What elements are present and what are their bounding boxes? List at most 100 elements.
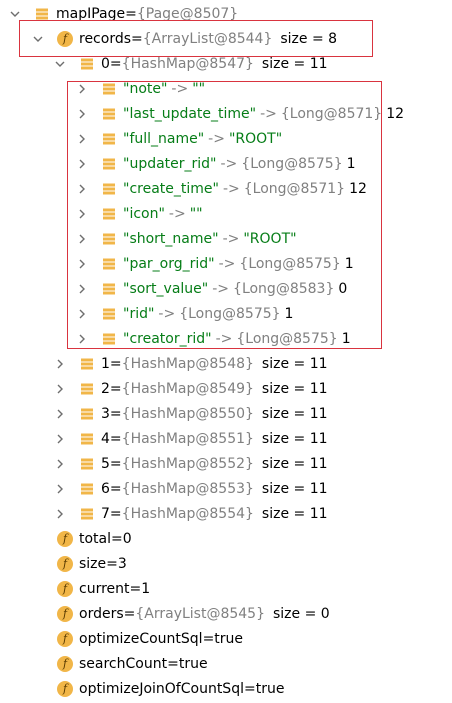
field-name: current — [79, 580, 130, 597]
chevron-right-icon[interactable] — [74, 306, 90, 322]
object-reference: {HashMap@8548} — [121, 355, 254, 372]
tree-row-entry[interactable]: "creator_rid" -> {Long@8575} 1 — [0, 326, 452, 351]
tree-row-entry[interactable]: "rid" -> {Long@8575} 1 — [0, 301, 452, 326]
object-reference: {Long@8575} — [239, 255, 341, 272]
equals-sign: = — [109, 355, 122, 372]
tree-row-entry[interactable]: "create_time" -> {Long@8571} 12 — [0, 176, 452, 201]
list-icon — [100, 330, 118, 348]
tree-row-field[interactable]: f orders = {ArrayList@8545} size = 0 — [0, 601, 452, 626]
list-icon — [33, 5, 51, 23]
list-icon — [100, 80, 118, 98]
field-icon-badge: f — [57, 555, 73, 572]
field-name: optimizeJoinOfCountSql — [79, 680, 244, 697]
equals-sign: = — [109, 455, 122, 472]
entry-key: "updater_rid" — [123, 155, 217, 172]
chevron-right-icon[interactable] — [74, 231, 90, 247]
chevron-right-icon[interactable] — [74, 256, 90, 272]
arrow-label: -> — [168, 205, 186, 222]
entry-key: "icon" — [123, 205, 165, 222]
entry-key: "full_name" — [123, 130, 205, 147]
tree-row-field[interactable]: f searchCount = true — [0, 651, 452, 676]
chevron-right-icon[interactable] — [52, 356, 68, 372]
field-icon: f — [56, 680, 74, 698]
size-label: size = 11 — [261, 505, 328, 522]
field-value: true — [214, 630, 244, 647]
tree-row-field[interactable]: f total = 0 — [0, 526, 452, 551]
size-label: size = 11 — [261, 455, 328, 472]
tree-row-item-0[interactable]: 0 = {HashMap@8547} size = 11 — [0, 51, 452, 76]
chevron-right-icon[interactable] — [52, 406, 68, 422]
list-icon — [78, 355, 96, 373]
tree-row-item[interactable]: 6 = {HashMap@8553} size = 11 — [0, 476, 452, 501]
chevron-down-icon[interactable] — [30, 31, 46, 47]
field-icon: f — [56, 530, 74, 548]
tree-row-field[interactable]: f size = 3 — [0, 551, 452, 576]
tree-row-entry[interactable]: "icon" -> "" — [0, 201, 452, 226]
object-reference: {ArrayList@8544} — [142, 30, 273, 47]
arrow-label: -> — [171, 80, 189, 97]
chevron-right-icon[interactable] — [52, 381, 68, 397]
equals-sign: = — [125, 5, 137, 22]
list-icon — [100, 130, 118, 148]
tree-row-entry[interactable]: "sort_value" -> {Long@8583} 0 — [0, 276, 452, 301]
chevron-right-icon[interactable] — [52, 456, 68, 472]
entry-value: 12 — [386, 105, 405, 122]
object-reference: {HashMap@8551} — [121, 430, 254, 447]
entry-key: "last_update_time" — [123, 105, 257, 122]
tree-row-entry[interactable]: "updater_rid" -> {Long@8575} 1 — [0, 151, 452, 176]
chevron-right-icon[interactable] — [74, 106, 90, 122]
list-icon — [100, 280, 118, 298]
tree-row-field[interactable]: f optimizeCountSql = true — [0, 626, 452, 651]
tree-row-item[interactable]: 2 = {HashMap@8549} size = 11 — [0, 376, 452, 401]
tree-row-root[interactable]: mapIPage = {Page@8507} — [0, 1, 452, 26]
tree-row-item[interactable]: 5 = {HashMap@8552} size = 11 — [0, 451, 452, 476]
tree-row-item[interactable]: 7 = {HashMap@8554} size = 11 — [0, 501, 452, 526]
arrow-label: -> — [158, 305, 176, 322]
tree-row-records[interactable]: f records = {ArrayList@8544} size = 8 — [0, 26, 452, 51]
tree-row-item[interactable]: 4 = {HashMap@8551} size = 11 — [0, 426, 452, 451]
equals-sign: = — [131, 30, 143, 47]
tree-row-entry[interactable]: "par_org_rid" -> {Long@8575} 1 — [0, 251, 452, 276]
item-index: 7 — [101, 505, 110, 522]
equals-sign: = — [167, 655, 179, 672]
list-icon — [78, 380, 96, 398]
object-reference: {HashMap@8554} — [121, 505, 254, 522]
chevron-down-icon[interactable] — [52, 56, 68, 72]
tree-row-entry[interactable]: "last_update_time" -> {Long@8571} 12 — [0, 101, 452, 126]
chevron-right-icon[interactable] — [74, 206, 90, 222]
chevron-down-icon[interactable] — [7, 6, 23, 22]
list-icon — [78, 405, 96, 423]
object-reference: {HashMap@8552} — [121, 455, 254, 472]
object-reference: {Long@8583} — [233, 280, 335, 297]
list-icon — [100, 205, 118, 223]
tree-row-entry[interactable]: "note" -> "" — [0, 76, 452, 101]
tree-row-entry[interactable]: "full_name" -> "ROOT" — [0, 126, 452, 151]
tree-row-item[interactable]: 1 = {HashMap@8548} size = 11 — [0, 351, 452, 376]
variable-name: records — [79, 30, 132, 47]
arrow-label: -> — [222, 180, 240, 197]
chevron-right-icon[interactable] — [74, 331, 90, 347]
size-label: size = 11 — [261, 380, 328, 397]
field-icon: f — [56, 655, 74, 673]
chevron-right-icon[interactable] — [74, 156, 90, 172]
equals-sign: = — [109, 505, 122, 522]
chevron-right-icon[interactable] — [74, 131, 90, 147]
tree-row-item[interactable]: 3 = {HashMap@8550} size = 11 — [0, 401, 452, 426]
chevron-right-icon[interactable] — [52, 431, 68, 447]
object-reference: {Long@8575} — [241, 155, 343, 172]
entry-value: 12 — [349, 180, 367, 197]
chevron-right-icon[interactable] — [74, 281, 90, 297]
chevron-right-icon[interactable] — [74, 181, 90, 197]
arrow-label: -> — [222, 230, 240, 247]
chevron-right-icon[interactable] — [74, 81, 90, 97]
tree-row-field[interactable]: f current = 1 — [0, 576, 452, 601]
chevron-right-icon[interactable] — [52, 506, 68, 522]
equals-sign: = — [106, 555, 118, 572]
entry-key: "rid" — [123, 305, 155, 322]
entry-key: "sort_value" — [123, 280, 209, 297]
chevron-right-icon[interactable] — [52, 481, 68, 497]
equals-sign: = — [243, 680, 256, 697]
object-reference: {HashMap@8549} — [121, 380, 254, 397]
tree-row-field[interactable]: f optimizeJoinOfCountSql = true — [0, 676, 452, 701]
tree-row-entry[interactable]: "short_name" -> "ROOT" — [0, 226, 452, 251]
